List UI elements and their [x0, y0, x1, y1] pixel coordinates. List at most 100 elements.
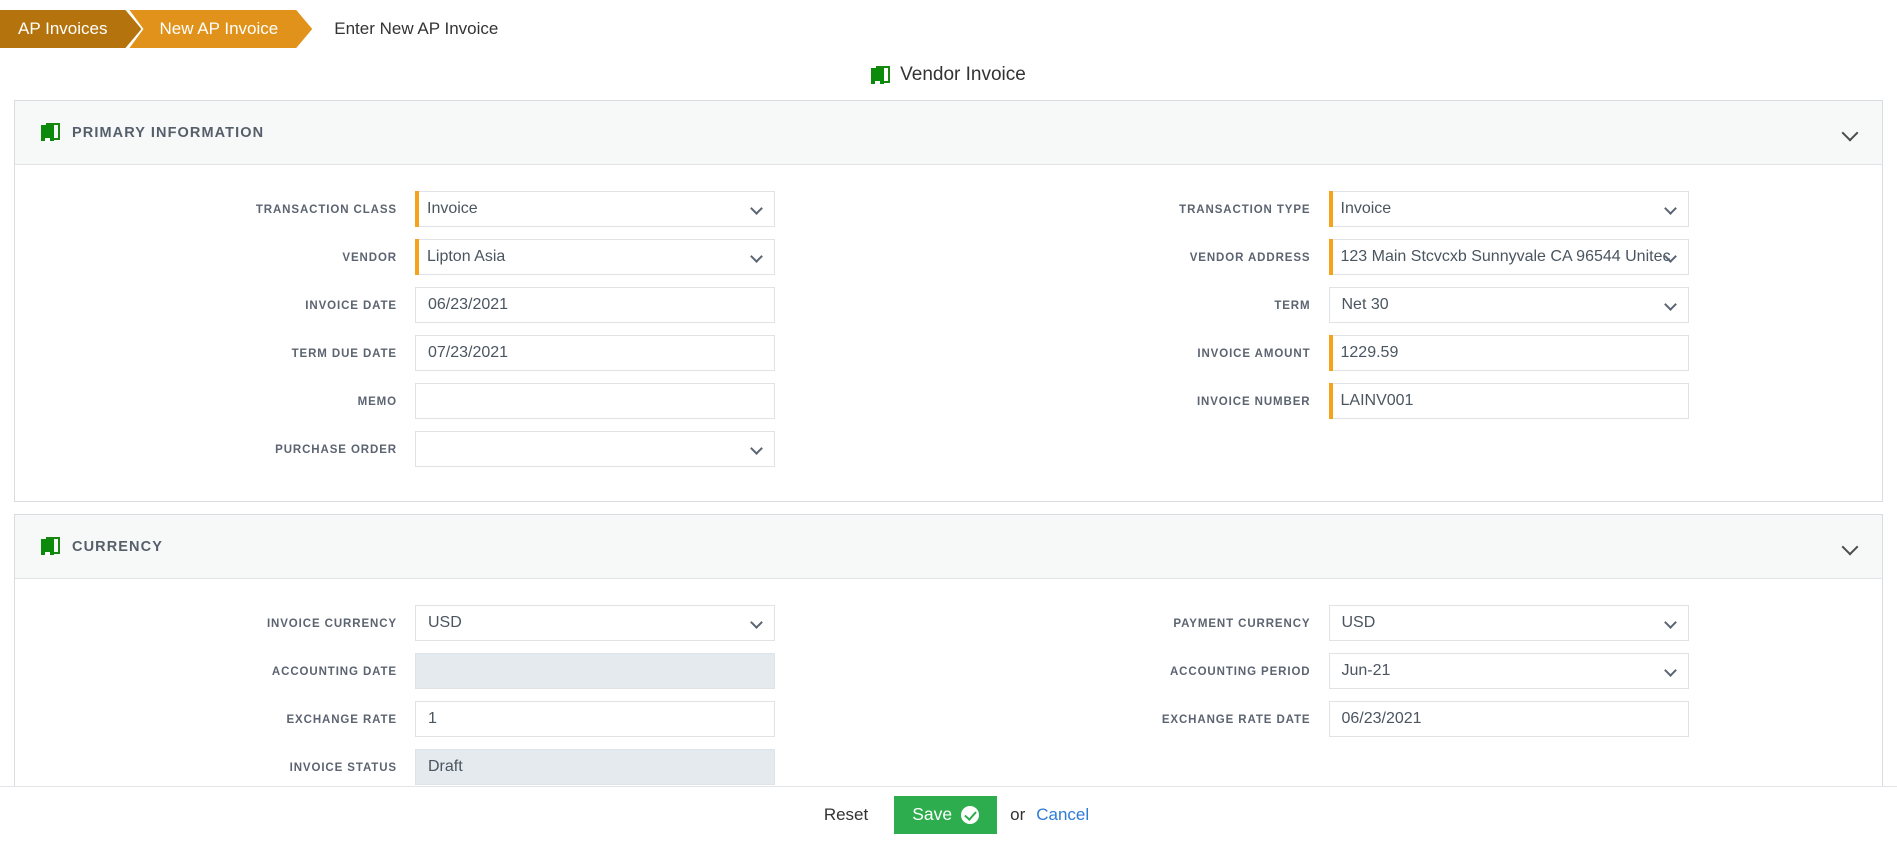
currency-body: INVOICE CURRENCY USD ACCOUNTING DATE EXCHAN…	[15, 579, 1882, 819]
field-label-transaction-type: TRANSACTION TYPE	[1179, 204, 1311, 216]
book-icon	[41, 123, 60, 142]
field-wrapper-invoice-date: 06/23/2021	[415, 287, 775, 323]
field-wrapper-purchase-order	[415, 431, 775, 467]
field-label-invoice-amount: INVOICE AMOUNT	[1197, 348, 1311, 360]
breadcrumb-label: New AP Invoice	[159, 19, 279, 38]
breadcrumb-current-page: Enter New AP Invoice	[334, 19, 499, 38]
or-separator-label: or	[1010, 804, 1026, 824]
form-row: VENDOR ADDRESS 123 Main Stcvcxb Sunnyvale…	[949, 239, 1883, 275]
primary-right-column: TRANSACTION TYPE Invoice VENDOR ADDRESS 123…	[949, 191, 1883, 479]
field-label-term-due-date: TERM DUE DATE	[291, 348, 397, 360]
field-label-exchange-rate: EXCHANGE RATE	[286, 714, 397, 726]
form-row: EXCHANGE RATE 1	[15, 701, 949, 737]
form-action-bar: Reset Save or Cancel	[0, 786, 1897, 842]
select-accounting-period[interactable]: Jun-21	[1328, 653, 1689, 689]
form-row: EXCHANGE RATE DATE 06/23/2021	[949, 701, 1883, 737]
book-icon	[871, 65, 891, 85]
field-label-exchange-rate-date: EXCHANGE RATE DATE	[1161, 714, 1311, 726]
field-label-purchase-order: PURCHASE ORDER	[275, 444, 397, 456]
form-row: INVOICE DATE 06/23/2021	[15, 287, 949, 323]
select-transaction-class[interactable]: Invoice	[415, 191, 775, 227]
field-label-vendor: VENDOR	[342, 252, 397, 264]
form-row: INVOICE STATUS Draft	[15, 749, 949, 785]
primary-information-header[interactable]: PRIMARY INFORMATION	[15, 101, 1882, 165]
field-label-payment-currency: PAYMENT CURRENCY	[1173, 618, 1311, 630]
select-vendor-address[interactable]: 123 Main Stcvcxb Sunnyvale CA 96544 Unit…	[1328, 239, 1689, 275]
save-button-label: Save	[912, 804, 953, 824]
currency-right-column: PAYMENT CURRENCY USD ACCOUNTING PERIOD Jun-…	[949, 605, 1883, 797]
select-purchase-order[interactable]	[415, 431, 775, 467]
field-wrapper-accounting-period: Jun-21	[1328, 653, 1689, 689]
form-row: INVOICE CURRENCY USD	[15, 605, 949, 641]
form-row: TERM Net 30	[949, 287, 1883, 323]
field-wrapper-invoice-currency: USD	[415, 605, 775, 641]
form-row: MEMO	[15, 383, 949, 419]
field-label-vendor-address: VENDOR ADDRESS	[1189, 252, 1311, 264]
form-row: ACCOUNTING DATE	[15, 653, 949, 689]
select-payment-currency[interactable]: USD	[1328, 605, 1689, 641]
input-exchange-rate-date[interactable]: 06/23/2021	[1328, 701, 1689, 737]
field-wrapper-invoice-amount: 1229.59	[1328, 335, 1689, 371]
primary-left-column: TRANSACTION CLASS Invoice VENDOR Lipton Asi…	[15, 191, 949, 479]
section-title: PRIMARY INFORMATION	[72, 124, 265, 141]
breadcrumb-item-ap-invoices[interactable]: AP Invoices	[0, 10, 141, 48]
field-label-invoice-number: INVOICE NUMBER	[1196, 396, 1311, 408]
select-term[interactable]: Net 30	[1328, 287, 1689, 323]
chevron-down-icon[interactable]	[1842, 538, 1860, 556]
section-title: CURRENCY	[72, 538, 163, 555]
currency-card: CURRENCY INVOICE CURRENCY USD ACCOUNTING D…	[14, 514, 1883, 820]
page-title: Vendor Invoice	[0, 58, 1897, 92]
form-row: TERM DUE DATE 07/23/2021	[15, 335, 949, 371]
field-wrapper-invoice-status: Draft	[415, 749, 775, 785]
field-wrapper-term-due-date: 07/23/2021	[415, 335, 775, 371]
form-row: TRANSACTION CLASS Invoice	[15, 191, 949, 227]
input-invoice-number[interactable]: LAINV001	[1328, 383, 1689, 419]
book-icon	[41, 537, 60, 556]
form-row: INVOICE AMOUNT 1229.59	[949, 335, 1883, 371]
field-label-transaction-class: TRANSACTION CLASS	[255, 204, 397, 216]
field-wrapper-vendor-address: 123 Main Stcvcxb Sunnyvale CA 96544 Unit…	[1328, 239, 1689, 275]
field-label-accounting-date: ACCOUNTING DATE	[271, 666, 397, 678]
field-wrapper-exchange-rate-date: 06/23/2021	[1328, 701, 1689, 737]
field-label-invoice-status: INVOICE STATUS	[289, 762, 397, 774]
field-wrapper-vendor: Lipton Asia	[415, 239, 775, 275]
breadcrumb-item-new-ap-invoice[interactable]: New AP Invoice	[129, 10, 312, 48]
input-accounting-date	[415, 653, 775, 689]
reset-button[interactable]: Reset	[806, 797, 886, 833]
select-transaction-type[interactable]: Invoice	[1328, 191, 1689, 227]
field-label-invoice-currency: INVOICE CURRENCY	[266, 618, 397, 630]
field-wrapper-memo	[415, 383, 775, 419]
input-term-due-date[interactable]: 07/23/2021	[415, 335, 775, 371]
input-exchange-rate[interactable]: 1	[415, 701, 775, 737]
form-row: VENDOR Lipton Asia	[15, 239, 949, 275]
form-row: INVOICE NUMBER LAINV001	[949, 383, 1883, 419]
field-label-accounting-period: ACCOUNTING PERIOD	[1169, 666, 1311, 678]
field-wrapper-exchange-rate: 1	[415, 701, 775, 737]
field-wrapper-accounting-date	[415, 653, 775, 689]
primary-information-body: TRANSACTION CLASS Invoice VENDOR Lipton Asi…	[15, 165, 1882, 501]
field-wrapper-invoice-number: LAINV001	[1328, 383, 1689, 419]
field-wrapper-transaction-type: Invoice	[1328, 191, 1689, 227]
form-row: TRANSACTION TYPE Invoice	[949, 191, 1883, 227]
check-circle-icon	[961, 805, 980, 824]
breadcrumb-label: AP Invoices	[18, 19, 108, 38]
input-invoice-date[interactable]: 06/23/2021	[415, 287, 775, 323]
save-button[interactable]: Save	[894, 795, 998, 834]
select-invoice-currency[interactable]: USD	[415, 605, 775, 641]
cancel-button[interactable]: Cancel	[1034, 801, 1091, 829]
chevron-down-icon[interactable]	[1842, 124, 1860, 142]
field-label-memo: MEMO	[357, 396, 397, 408]
page-title-label: Vendor Invoice	[900, 64, 1026, 85]
field-label-term: TERM	[1274, 300, 1311, 312]
form-row: PURCHASE ORDER	[15, 431, 949, 467]
currency-header[interactable]: CURRENCY	[15, 515, 1882, 579]
breadcrumb: AP Invoices New AP Invoice Enter New AP …	[0, 0, 1897, 58]
form-row: ACCOUNTING PERIOD Jun-21	[949, 653, 1883, 689]
input-memo[interactable]	[415, 383, 775, 419]
currency-left-column: INVOICE CURRENCY USD ACCOUNTING DATE EXCHAN…	[15, 605, 949, 797]
select-vendor[interactable]: Lipton Asia	[415, 239, 775, 275]
field-label-invoice-date: INVOICE DATE	[305, 300, 397, 312]
input-invoice-amount[interactable]: 1229.59	[1328, 335, 1689, 371]
field-wrapper-transaction-class: Invoice	[415, 191, 775, 227]
primary-information-card: PRIMARY INFORMATION TRANSACTION CLASS Inv…	[14, 100, 1883, 502]
